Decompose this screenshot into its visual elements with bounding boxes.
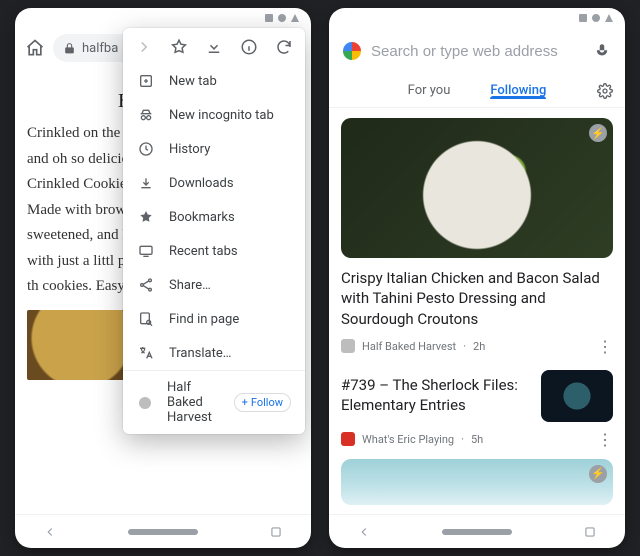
menu-label: Translate… — [169, 346, 231, 361]
recent-tabs-icon — [137, 243, 155, 259]
source-age: 5h — [471, 433, 483, 446]
system-nav — [15, 514, 311, 548]
phone-right: For you Following ⚡ Crispy Italian Chick… — [329, 8, 625, 548]
google-logo-icon — [343, 42, 361, 60]
search-input[interactable] — [371, 43, 583, 60]
follow-site-name: Half Baked Harvest — [167, 380, 220, 425]
menu-label: New incognito tab — [169, 108, 274, 123]
card-title: #739 – The Sherlock Files: Elementary En… — [341, 376, 531, 415]
bookmark-star-icon — [137, 209, 155, 225]
source-name: Half Baked Harvest — [362, 340, 456, 353]
amp-bolt-icon: ⚡ — [589, 124, 607, 142]
card-source-row: What's Eric Playing · 5h ⋮ — [341, 430, 613, 449]
download-icon[interactable] — [205, 38, 223, 56]
card-more-icon[interactable]: ⋮ — [597, 430, 613, 449]
status-square-icon — [265, 14, 273, 22]
menu-label: New tab — [169, 74, 217, 89]
menu-label: Bookmarks — [169, 210, 235, 225]
home-pill[interactable] — [128, 529, 198, 535]
menu-label: Find in page — [169, 312, 239, 327]
source-sep: · — [461, 433, 464, 446]
share-icon — [137, 277, 155, 293]
amp-bolt-icon: ⚡ — [589, 465, 607, 483]
refresh-icon[interactable] — [275, 38, 293, 56]
tab-for-you[interactable]: For you — [408, 83, 451, 98]
card-hero-image[interactable]: ⚡ — [341, 118, 613, 258]
menu-icon-row — [123, 28, 305, 64]
source-age: 2h — [473, 340, 485, 353]
follow-button[interactable]: Follow — [234, 393, 291, 412]
find-icon — [137, 311, 155, 327]
card-title[interactable]: Crispy Italian Chicken and Bacon Salad w… — [341, 268, 613, 329]
menu-item-downloads[interactable]: Downloads — [123, 166, 305, 200]
home-icon[interactable] — [25, 38, 45, 58]
menu-item-translate[interactable]: Translate… — [123, 336, 305, 370]
incognito-icon — [137, 107, 155, 123]
status-circle-icon — [278, 14, 286, 22]
plus-box-icon — [137, 73, 155, 89]
source-sep: · — [463, 340, 466, 353]
card-source-row: Half Baked Harvest · 2h ⋮ — [341, 337, 613, 356]
menu-label: History — [169, 142, 210, 157]
menu-label: Share… — [169, 278, 211, 293]
status-triangle-icon — [291, 14, 299, 22]
back-icon[interactable] — [43, 525, 57, 539]
downloads-icon — [137, 175, 155, 191]
source-favicon-icon — [341, 339, 355, 353]
gear-icon[interactable] — [597, 83, 613, 99]
overflow-menu: New tab New incognito tab History Downlo… — [123, 28, 305, 434]
menu-item-recent[interactable]: Recent tabs — [123, 234, 305, 268]
url-text: halfba — [82, 41, 118, 56]
feed-tabs: For you Following — [329, 74, 625, 108]
overview-icon[interactable] — [583, 525, 597, 539]
tab-following[interactable]: Following — [490, 83, 546, 98]
system-nav — [329, 514, 625, 548]
status-bar — [329, 8, 625, 28]
menu-item-new-tab[interactable]: New tab — [123, 64, 305, 98]
forward-icon[interactable] — [135, 38, 153, 56]
card-thumb-image — [541, 370, 613, 422]
menu-item-incognito[interactable]: New incognito tab — [123, 98, 305, 132]
status-square-icon — [579, 14, 587, 22]
card-2[interactable]: #739 – The Sherlock Files: Elementary En… — [341, 370, 613, 422]
back-icon[interactable] — [357, 525, 371, 539]
phone-left: halfba — HALF H A R Crinkled on the top,… — [15, 8, 311, 548]
lock-icon — [63, 42, 76, 55]
star-icon[interactable] — [170, 38, 188, 56]
menu-item-history[interactable]: History — [123, 132, 305, 166]
mic-icon[interactable] — [593, 42, 611, 60]
translate-icon — [137, 345, 155, 361]
source-favicon-icon — [341, 432, 355, 446]
menu-item-bookmarks[interactable]: Bookmarks — [123, 200, 305, 234]
menu-label: Downloads — [169, 176, 234, 191]
menu-item-follow-site[interactable]: Half Baked Harvest Follow — [123, 370, 305, 434]
feed[interactable]: ⚡ Crispy Italian Chicken and Bacon Salad… — [329, 108, 625, 514]
card-more-icon[interactable]: ⋮ — [597, 337, 613, 356]
status-bar — [15, 8, 311, 28]
home-pill[interactable] — [442, 529, 512, 535]
card-3-peek[interactable]: ⚡ — [341, 459, 613, 505]
status-triangle-icon — [605, 14, 613, 22]
history-icon — [137, 141, 155, 157]
source-name: What's Eric Playing — [362, 433, 454, 446]
search-row — [329, 28, 625, 74]
menu-label: Recent tabs — [169, 244, 238, 259]
site-favicon-icon — [137, 395, 153, 411]
status-circle-icon — [592, 14, 600, 22]
info-icon[interactable] — [240, 38, 258, 56]
menu-item-find[interactable]: Find in page — [123, 302, 305, 336]
menu-item-share[interactable]: Share… — [123, 268, 305, 302]
overview-icon[interactable] — [269, 525, 283, 539]
